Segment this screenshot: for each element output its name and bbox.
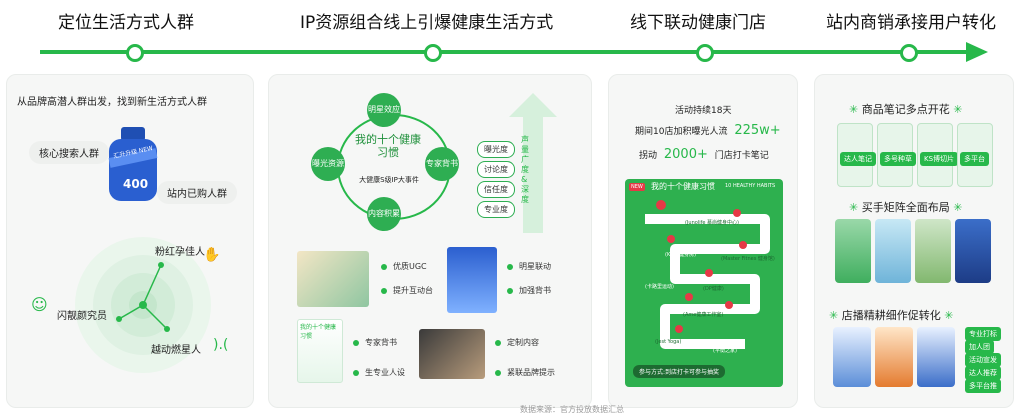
thumb-star-image: [447, 247, 497, 313]
row-expert: 专家背书: [353, 337, 397, 348]
growth-arrow-icon: [509, 93, 557, 233]
thumb-ugc-image: [297, 251, 369, 307]
panel-offline-stores: 活动持续18天 期间10店加积曝光人流 225w+ 拐动 2000+ 门店打卡笔…: [608, 74, 798, 408]
store-map: NEW 我的十个健康习惯 10 HEALTHY HABITS (Junolife…: [625, 179, 783, 387]
live-card-1: [833, 327, 871, 387]
note-card-1: 达人笔记: [837, 123, 876, 187]
panel-conversion: ✳ 商品笔记多点开花 ✳ 达人笔记 多号种草 KS博切片 多平台 ✳ 买手矩阵全…: [814, 74, 1014, 408]
thumb-expert-image: 我的十个健康习惯: [297, 319, 343, 383]
growth-arrow-text: 声量广度&深度: [521, 135, 529, 204]
sparkle-icon: ✳: [829, 309, 842, 322]
audience-pregnant: 粉红孕佳人: [155, 247, 205, 258]
product-bottle-icon: 汇升升级 NEW 400: [103, 127, 163, 203]
audience-core-search: 核心搜索人群: [29, 141, 109, 164]
row-custom-content: 定制内容: [495, 337, 539, 348]
audience-beauty: 闪靓颜究员: [57, 311, 107, 322]
live-card-2: [875, 327, 913, 387]
map-label-7: (卡路里运动): [645, 284, 674, 290]
node-content: 内容积累: [367, 197, 401, 231]
live-tag-1: 专业打标: [965, 327, 1001, 341]
audience-purchased: 站内已购人群: [157, 181, 237, 204]
ip-campaign-diagram: 定位生活方式人群 IP资源组合线上引爆健康生活方式 线下联动健康门店 站内商销承…: [0, 0, 1020, 414]
node-expert: 专家背书: [425, 147, 459, 181]
stat-duration: 活动持续18天: [675, 106, 732, 116]
live-tag-4: 达人推荐: [965, 366, 1001, 380]
timeline-dot-4: [900, 44, 918, 62]
row-endorse: 加强背书: [507, 285, 551, 296]
product-badge: 400: [123, 177, 149, 191]
note-card-4: 多平台: [957, 123, 993, 187]
stage-title-4: 站内商销承接用户转化: [826, 13, 996, 33]
stat-exposure: 期间10店加积曝光人流 225w+: [635, 123, 781, 138]
section1-title: ✳ 商品笔记多点开花 ✳: [849, 103, 963, 116]
timeline-dot-2: [424, 44, 442, 62]
buyer-card-2: [875, 219, 911, 283]
buyer-card-1: [835, 219, 871, 283]
note-card-3: KS博切片: [917, 123, 959, 187]
sparkle-icon: ✳: [849, 103, 862, 116]
section3-title: ✳ 店播精耕细作促转化 ✳: [829, 309, 954, 322]
map-title-en: 10 HEALTHY HABITS: [725, 183, 776, 189]
stage-title-2: IP资源组合线上引爆健康生活方式: [300, 13, 554, 33]
map-badge: NEW: [629, 183, 645, 191]
row-interaction: 提升互动台: [381, 285, 433, 296]
live-tag-3: 活动宣发: [965, 353, 1001, 367]
map-title: 我的十个健康习惯: [651, 182, 715, 191]
panel1-heading: 从品牌高潜人群出发，找到新生活方式人群: [17, 97, 207, 108]
map-label-6: (Jest Yoga): [655, 339, 682, 345]
stat-checkins: 拐动 2000+ 门店打卡笔记: [639, 147, 769, 162]
stage-title-1: 定位生活方式人群: [58, 13, 194, 33]
note-card-2: 多号种草: [877, 123, 916, 187]
ip-center-title: 我的十个健康习惯: [355, 133, 421, 159]
live-card-3: [917, 327, 955, 387]
map-label-2: (Master Fitnes 健身馆): [721, 256, 775, 262]
row-persona: 生专业人设: [353, 367, 405, 378]
sparkle-icon: ✳: [849, 201, 862, 214]
map-label-5: (Ame健康工作室): [683, 312, 724, 318]
ip-center-sub: 大健康S级IP大事件: [359, 176, 419, 184]
section2-title: ✳ 买手矩阵全面布局 ✳: [849, 201, 963, 214]
panel-ip-resources: 明星效应 曝光资源 专家背书 内容积累 我的十个健康习惯 大健康S级IP大事件 …: [268, 74, 592, 408]
map-label-4: (DP健康): [703, 286, 724, 292]
map-footer: 参与方式:到店打卡可参与抽奖: [633, 365, 726, 378]
face-icon: ☺: [31, 295, 48, 314]
footer-source: 数据来源：官方投放数据汇总: [520, 405, 624, 414]
map-label-3: (K&B 健身房): [665, 252, 697, 258]
panel-audience: 从品牌高潜人群出发，找到新生活方式人群 核心搜索人群 汇升升级 NEW 400 …: [6, 74, 254, 408]
sparkle-icon: ✳: [949, 201, 963, 214]
timeline-arrowhead-icon: [966, 42, 988, 62]
live-tag-5: 多平台推: [965, 379, 1001, 393]
map-label-8: (平衡之家): [713, 348, 737, 354]
stage-title-3: 线下联动健康门店: [630, 13, 766, 33]
buyer-card-3: [915, 219, 951, 283]
timeline-line: [40, 50, 970, 54]
motion-icon: ).(: [213, 337, 229, 353]
row-ugc: 优质UGC: [381, 261, 427, 272]
thumb-expert-title: 我的十个健康习惯: [300, 324, 337, 340]
map-label-1: (Junolife 慕尚健身中心): [685, 220, 739, 226]
row-star-linkage: 明星联动: [507, 261, 551, 272]
row-brand-hint: 紧联品牌提示: [495, 367, 555, 378]
live-tag-2: 加人团: [965, 340, 994, 354]
buyer-card-4: [955, 219, 991, 283]
node-exposure: 曝光资源: [311, 147, 345, 181]
timeline-dot-1: [126, 44, 144, 62]
timeline-dot-3: [696, 44, 714, 62]
hand-icon: ✋: [203, 247, 221, 263]
sparkle-icon: ✳: [940, 309, 954, 322]
sparkle-icon: ✳: [949, 103, 963, 116]
thumb-video-image: [419, 329, 485, 379]
audience-fitness: 越动燃星人: [151, 345, 201, 356]
node-star-effect: 明星效应: [367, 93, 401, 127]
